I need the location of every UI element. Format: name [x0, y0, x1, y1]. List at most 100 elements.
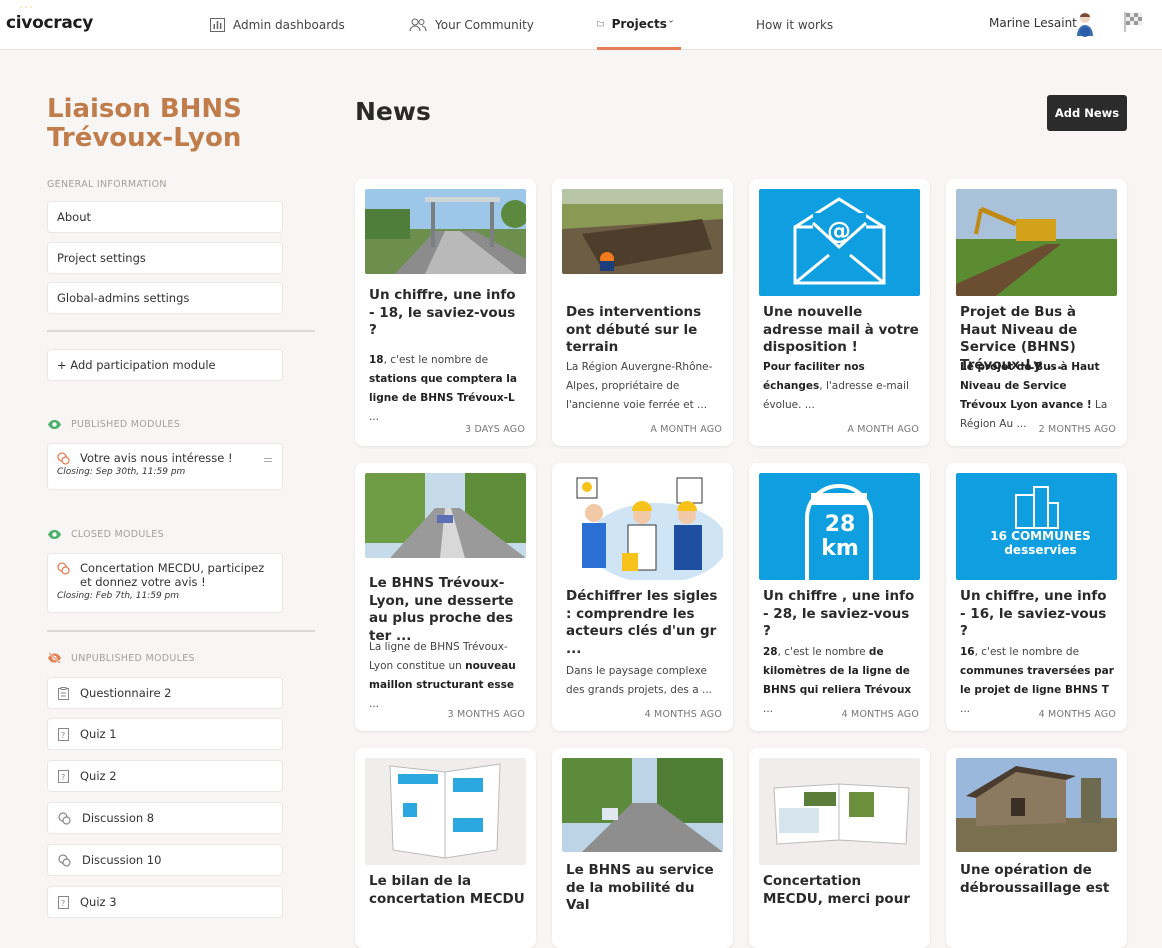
- folder-icon: [597, 21, 604, 27]
- general-information-heading: GENERAL INFORMATION: [47, 179, 167, 190]
- module-quiz-3[interactable]: ? Quiz 3: [47, 886, 283, 918]
- bus-station-photo: [365, 189, 526, 274]
- news-card[interactable]: @ Une nouvelle adresse mail à votre disp…: [749, 179, 930, 446]
- nav-how-it-works[interactable]: How it works: [756, 0, 833, 50]
- avatar[interactable]: [1074, 10, 1098, 38]
- unpublished-modules-heading: UNPUBLISHED MODULES: [47, 652, 195, 664]
- news-card-date: 4 MONTHS AGO: [1038, 709, 1116, 720]
- eye-icon: [48, 530, 61, 539]
- module-quiz-2[interactable]: ? Quiz 2: [47, 760, 283, 792]
- news-card-title: Concertation MECDU, merci pour: [763, 873, 910, 907]
- module-closing-date: Closing: Sep 30th, 11:59 pm: [57, 467, 186, 477]
- news-card-date: A MONTH AGO: [847, 424, 919, 435]
- excavator-photo: [956, 189, 1117, 296]
- svg-text:?: ?: [61, 731, 65, 740]
- news-card[interactable]: Concertation MECDU, merci pour: [749, 748, 930, 948]
- 28-km-milestone-image: 28 km: [759, 473, 920, 580]
- news-card-excerpt: Pour faciliter nos échanges, l'adresse e…: [763, 361, 909, 411]
- top-navigation-bar: ˙˙˙ civocracy Admin dashboards Your Commu…: [0, 0, 1162, 50]
- news-card-title: Une opération de débroussaillage est: [960, 862, 1110, 896]
- milestone-label: 28 km: [821, 512, 859, 561]
- report-photo: [759, 758, 920, 865]
- news-card[interactable]: Déchiffrer les sigles : comprendre les a…: [552, 463, 733, 731]
- divider: [47, 630, 315, 632]
- news-card[interactable]: Le BHNS au service de la mobilité du Val: [552, 748, 733, 948]
- news-card-title: Déchiffrer les sigles : comprendre les a…: [566, 588, 718, 657]
- chevron-down-icon: [669, 20, 673, 23]
- news-card-excerpt: Dans le paysage complexe des grands proj…: [566, 665, 713, 696]
- old-building-photo: [956, 758, 1117, 852]
- news-card-date: 4 MONTHS AGO: [644, 709, 722, 720]
- nav-your-community[interactable]: Your Community: [409, 0, 534, 50]
- people-icon: [409, 18, 427, 32]
- communes-label: 16 COMMUNES desservies: [990, 529, 1091, 557]
- nav-projects[interactable]: Projects: [597, 0, 681, 50]
- published-modules-heading: PUBLISHED MODULES: [47, 419, 180, 430]
- svg-text:?: ?: [61, 773, 65, 782]
- news-card-excerpt: Le projet de Bus à Haut Niveau de Servic…: [960, 361, 1108, 430]
- closed-modules-heading: CLOSED MODULES: [47, 529, 164, 540]
- news-card-title: Le BHNS au service de la mobilité du Val: [566, 862, 714, 913]
- email-envelope-image: @: [759, 189, 920, 296]
- sidebar-item-about[interactable]: About: [47, 201, 283, 233]
- news-card[interactable]: Une opération de débroussaillage est: [946, 748, 1127, 948]
- news-card-title: Un chiffre, une info - 18, le saviez-vou…: [369, 287, 516, 338]
- module-quiz-1[interactable]: ? Quiz 1: [47, 718, 283, 750]
- chat-icon: [58, 853, 71, 867]
- excavation-photo: [562, 189, 723, 274]
- news-card-excerpt: 28, c'est le nombre de kilomètres de la …: [763, 646, 912, 715]
- nav-admin-dashboards[interactable]: Admin dashboards: [210, 0, 345, 50]
- drag-handle-icon[interactable]: [264, 458, 272, 462]
- module-concertation-mecdu[interactable]: Concertation MECDU, participez et donnez…: [47, 553, 283, 613]
- civocracy-logo[interactable]: ˙˙˙ civocracy: [6, 6, 93, 33]
- checkered-flag-icon[interactable]: [1124, 11, 1144, 33]
- news-card-title: Une nouvelle adresse mail à votre dispos…: [763, 304, 919, 355]
- 16-communes-image: 16 COMMUNES desservies: [956, 473, 1117, 580]
- page-title: News: [355, 97, 431, 126]
- brochure-photo: [365, 758, 526, 865]
- logo-spark-icon: ˙˙˙: [19, 6, 34, 15]
- news-card-date: 3 DAYS AGO: [465, 424, 525, 435]
- news-card-date: 4 MONTHS AGO: [841, 709, 919, 720]
- news-card[interactable]: Le BHNS Trévoux-Lyon, une desserte au pl…: [355, 463, 536, 731]
- news-card-title: Un chiffre , une info - 28, le saviez-vo…: [763, 588, 915, 639]
- bar-chart-icon: [210, 18, 225, 32]
- module-discussion-10[interactable]: Discussion 10: [47, 844, 283, 876]
- divider: [47, 330, 315, 332]
- bus-road-photo: [562, 758, 723, 852]
- add-news-button[interactable]: Add News: [1047, 95, 1127, 131]
- module-closing-date: Closing: Feb 7th, 11:59 pm: [57, 591, 180, 601]
- svg-text:@: @: [827, 217, 851, 245]
- eye-icon: [48, 420, 61, 429]
- sidebar-item-project-settings[interactable]: Project settings: [47, 242, 283, 274]
- news-card-title: Un chiffre, une info - 16, le saviez-vou…: [960, 588, 1107, 639]
- news-card[interactable]: Le bilan de la concertation MECDU: [355, 748, 536, 948]
- quiz-icon: ?: [58, 727, 69, 741]
- project-title: Liaison BHNS Trévoux-Lyon: [47, 94, 242, 153]
- add-participation-module-button[interactable]: + Add participation module: [47, 349, 283, 381]
- news-card-excerpt: 16, c'est le nombre de communes traversé…: [960, 646, 1114, 715]
- team-illustration: [562, 473, 723, 580]
- news-card[interactable]: 28 km Un chiffre , une info - 28, le sav…: [749, 463, 930, 731]
- module-discussion-8[interactable]: Discussion 8: [47, 802, 283, 834]
- module-questionnaire-2[interactable]: Questionnaire 2: [47, 677, 283, 709]
- module-votre-avis[interactable]: Votre avis nous intéresse ! Closing: Sep…: [47, 443, 283, 490]
- news-card-excerpt: 18, c'est le nombre de stations que comp…: [369, 354, 517, 423]
- news-card[interactable]: Projet de Bus à Haut Niveau de Service (…: [946, 179, 1127, 446]
- quiz-icon: ?: [58, 895, 69, 909]
- news-card-date: 3 MONTHS AGO: [447, 709, 525, 720]
- news-card[interactable]: Des interventions ont débuté sur le terr…: [552, 179, 733, 446]
- user-name[interactable]: Marine Lesaint: [989, 16, 1077, 30]
- news-card-date: 2 MONTHS AGO: [1038, 424, 1116, 435]
- news-card[interactable]: Un chiffre, une info - 18, le saviez-vou…: [355, 179, 536, 446]
- greenway-photo: [365, 473, 526, 558]
- news-card-date: A MONTH AGO: [650, 424, 722, 435]
- news-card[interactable]: 16 COMMUNES desservies Un chiffre, une i…: [946, 463, 1127, 731]
- news-card-title: Le BHNS Trévoux-Lyon, une desserte au pl…: [369, 575, 514, 644]
- clipboard-icon: [58, 686, 69, 700]
- sidebar-item-global-admins-settings[interactable]: Global-admins settings: [47, 282, 283, 314]
- news-card-title: Le bilan de la concertation MECDU: [369, 873, 525, 907]
- chat-icon: [58, 811, 71, 825]
- chat-icon: [57, 562, 70, 575]
- news-card-excerpt: La ligne de BHNS Trévoux-Lyon constitue …: [369, 641, 516, 710]
